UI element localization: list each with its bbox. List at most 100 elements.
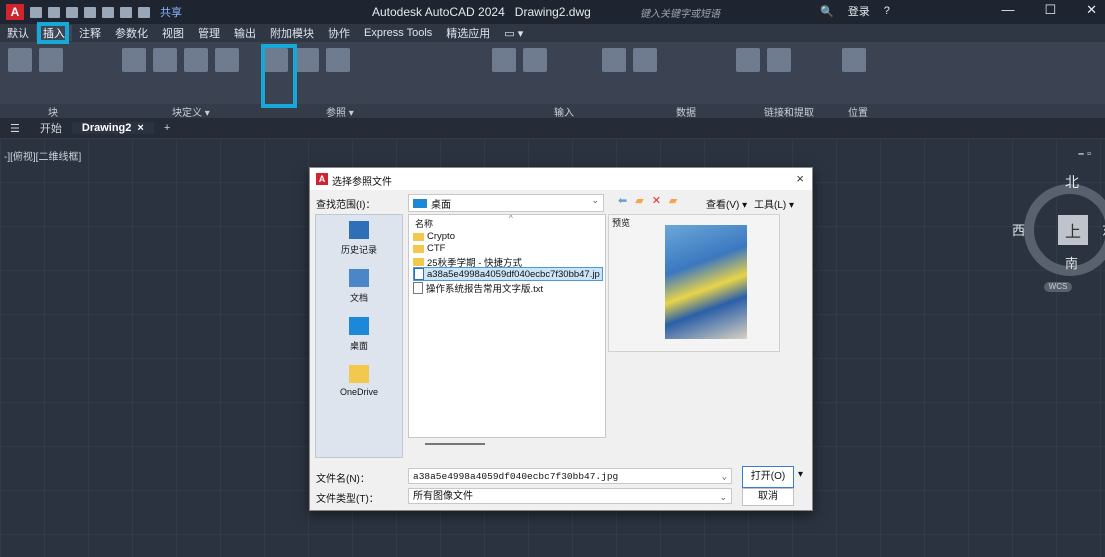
login-button[interactable]: 登录	[848, 3, 870, 19]
ribbon-tab-annotate[interactable]: 注释	[72, 25, 108, 41]
search-input[interactable]: 键入关键字或短语	[640, 5, 800, 20]
cube-top-face[interactable]: 上	[1058, 215, 1088, 245]
preview-pane	[608, 214, 780, 352]
pdf-import-icon[interactable]	[492, 48, 516, 72]
folder-icon	[413, 232, 424, 241]
place-onedrive[interactable]: OneDrive	[316, 365, 402, 397]
app-menu-button[interactable]: A	[6, 4, 24, 20]
save-icon[interactable]	[66, 6, 78, 18]
compass-north[interactable]: 北	[1065, 172, 1079, 192]
ribbon-panel-labels: 块 块定义 ▾ 参照 ▾ 输入 数据 链接和提取 位置	[0, 104, 1105, 119]
file-name-value: a38a5e4998a4059df040ecbc7f30bb47.jpg	[413, 471, 619, 482]
adjust-icon[interactable]	[326, 48, 351, 72]
ole-object-icon[interactable]	[633, 48, 658, 72]
list-item[interactable]: Crypto	[413, 231, 455, 242]
plot-icon[interactable]	[102, 6, 114, 18]
place-history[interactable]: 历史记录	[316, 221, 402, 256]
file-name-input[interactable]: a38a5e4998a4059df040ecbc7f30bb47.jpg ⌄	[408, 468, 732, 484]
tab-start[interactable]: 开始	[30, 120, 72, 136]
list-item-selected[interactable]: a38a5e4998a4059df040ecbc7f30bb47.jp	[413, 267, 603, 281]
ribbon-tab-more[interactable]: ▭ ▾	[497, 27, 530, 40]
file-list[interactable]: 名称 ^ Crypto CTF 25秋季学期 - 快捷方式 a38a5e4998…	[408, 214, 606, 445]
dialog-title-bar: A 选择参照文件 ×	[310, 168, 812, 190]
ribbon-tab-manage[interactable]: 管理	[191, 25, 227, 41]
up-folder-icon[interactable]: ▰	[635, 194, 643, 207]
tab-drawing2[interactable]: Drawing2 ×	[71, 122, 154, 134]
place-documents[interactable]: 文档	[316, 269, 402, 304]
close-button[interactable]: ✕	[1086, 2, 1097, 18]
block-definition-group	[120, 46, 241, 102]
ribbon-tab-express-tools[interactable]: Express Tools	[357, 27, 439, 39]
cancel-button[interactable]: 取消	[742, 488, 794, 506]
tools-menu[interactable]: 工具(L) ▾	[754, 196, 794, 211]
list-item[interactable]: CTF	[413, 243, 445, 254]
dialog-close-button[interactable]: ×	[796, 171, 804, 186]
redo-icon[interactable]	[138, 6, 150, 18]
save-as-icon[interactable]	[84, 6, 96, 18]
compass-south[interactable]: 南	[1065, 253, 1078, 272]
chevron-down-icon[interactable]: ⌄	[719, 489, 727, 505]
column-name-header[interactable]: 名称	[415, 217, 433, 230]
search-icon[interactable]: 🔍	[820, 5, 834, 18]
view-menu[interactable]: 查看(V) ▾	[706, 196, 747, 211]
ribbon-tab-output[interactable]: 输出	[227, 25, 263, 41]
manage-attributes-icon[interactable]	[184, 48, 209, 72]
place-desktop[interactable]: 桌面	[316, 317, 402, 352]
set-location-icon[interactable]	[842, 48, 866, 72]
undo-icon[interactable]	[120, 6, 132, 18]
field-icon[interactable]	[602, 48, 626, 72]
ribbon-tab-view[interactable]: 视图	[155, 25, 191, 41]
look-in-label: 查找范围(I)：	[316, 200, 376, 211]
panel-label-import: 输入	[554, 108, 574, 119]
ribbon-tab-featured-apps[interactable]: 精选应用	[439, 25, 497, 41]
list-item[interactable]: 操作系统报告常用文字版.txt	[413, 281, 543, 295]
panel-label-block-definition[interactable]: 块定义 ▾	[172, 104, 210, 119]
open-icon[interactable]	[48, 6, 60, 18]
block-editor-icon[interactable]	[215, 48, 240, 72]
edit-attribute-icon[interactable]	[39, 48, 64, 72]
open-button[interactable]: 打开(O)	[742, 466, 794, 488]
look-in-select[interactable]: 桌面 ⌄	[408, 194, 604, 212]
create-block-icon[interactable]	[122, 48, 146, 72]
file-type-select[interactable]: 所有图像文件 ⌄	[408, 488, 732, 504]
horizontal-scrollbar[interactable]	[425, 443, 485, 445]
ribbon-tab-collaborate[interactable]: 协作	[321, 25, 357, 41]
view-cube[interactable]: 北 西 东 南 上 WCS	[1012, 160, 1105, 320]
merge-text-icon[interactable]	[523, 48, 548, 72]
title-bar: A 共享 Autodesk AutoCAD 2024 Drawing2.dwg …	[0, 0, 1105, 24]
tab-close-icon[interactable]: ×	[137, 122, 143, 134]
dialog-toolbar: ⬅ ▰ ✕ ▰	[618, 194, 677, 207]
file-name-label: 文件名(N)：	[316, 474, 370, 485]
places-sidebar: 历史记录 文档 桌面 OneDrive	[315, 214, 403, 458]
help-icon[interactable]: ?	[884, 5, 890, 17]
wcs-menu[interactable]: WCS	[1044, 282, 1072, 292]
minimize-button[interactable]: —	[1001, 2, 1014, 18]
menu-icon[interactable]: ☰	[0, 122, 30, 135]
chevron-down-icon[interactable]: ⌄	[722, 469, 727, 485]
compass-west[interactable]: 西	[1012, 220, 1025, 239]
data-link-icon[interactable]	[736, 48, 760, 72]
add-tab-button[interactable]: +	[154, 122, 180, 134]
autocad-icon: A	[316, 173, 328, 185]
extract-data-icon[interactable]	[767, 48, 792, 72]
clip-icon[interactable]	[295, 48, 320, 72]
place-history-label: 历史记录	[340, 245, 377, 255]
viewport-minimize-button[interactable]: – ▫	[1078, 148, 1091, 160]
file-tabs: ☰ 开始 Drawing2 × +	[0, 118, 1105, 138]
ribbon-tab-parametric[interactable]: 参数化	[108, 25, 155, 41]
delete-icon[interactable]: ✕	[652, 194, 661, 207]
new-folder-icon[interactable]: ▰	[669, 194, 677, 207]
new-icon[interactable]	[30, 6, 42, 18]
select-reference-file-dialog: A 选择参照文件 × 查找范围(I)： 桌面 ⌄ ⬅ ▰ ✕ ▰ 查看(V) ▾…	[309, 167, 813, 511]
viewport-label[interactable]: -][俯视][二维线框]	[4, 148, 81, 163]
share-button[interactable]: 共享	[160, 4, 182, 20]
maximize-button[interactable]: ☐	[1044, 2, 1056, 18]
back-icon[interactable]: ⬅	[618, 194, 627, 207]
insert-block-icon[interactable]	[8, 48, 32, 72]
panel-label-reference[interactable]: 参照 ▾	[326, 104, 354, 119]
define-attribute-icon[interactable]	[153, 48, 178, 72]
ribbon-tab-addins[interactable]: 附加模块	[263, 25, 321, 41]
ribbon-tab-default[interactable]: 默认	[0, 25, 36, 41]
block-group	[6, 46, 65, 102]
open-options-dropdown[interactable]: ▾	[798, 469, 803, 480]
